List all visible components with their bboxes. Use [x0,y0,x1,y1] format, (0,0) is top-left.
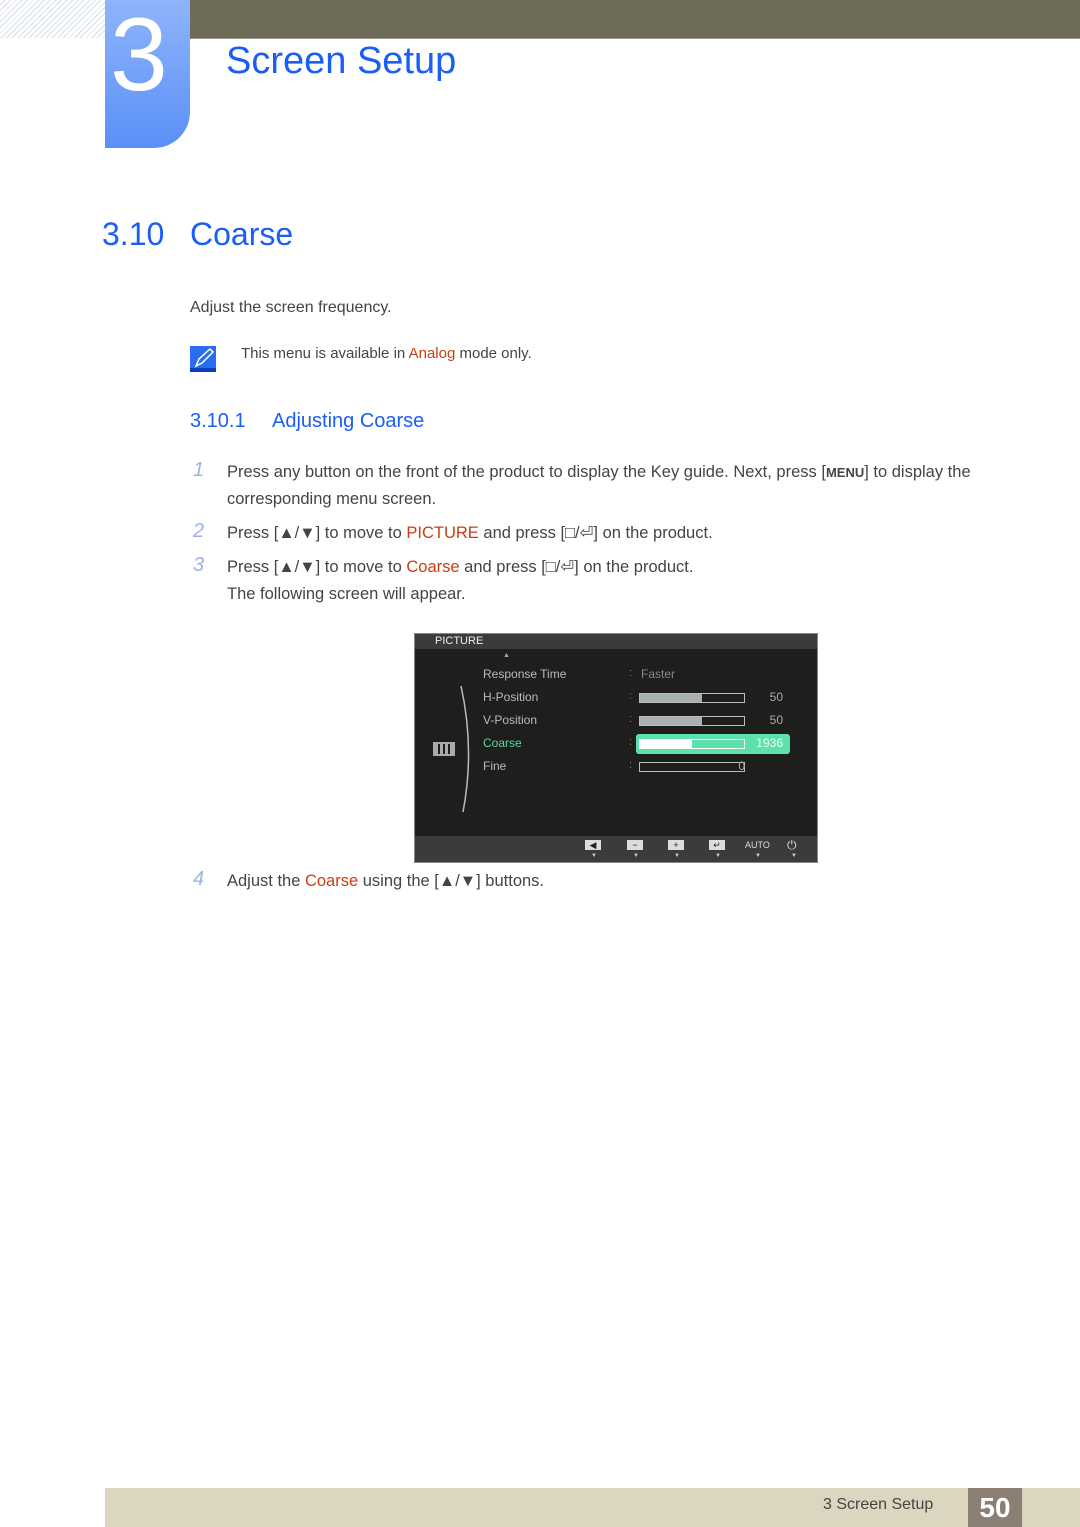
section-number: 3.10 [102,216,165,252]
subsection-number: 3.10.1 [190,410,246,432]
osd-row-active[interactable]: Coarse:1936 [483,736,803,750]
menu-arc [460,685,470,813]
progress-bar [639,716,745,726]
minus-button[interactable]: − [627,840,643,850]
subsection-title: Adjusting Coarse [272,410,425,432]
page-number: 50 [968,1488,1022,1527]
step-text: Press any button on the front of the pro… [227,463,971,508]
osd-row[interactable]: H-Position:50 [483,690,803,704]
note-pencil-icon [190,346,216,372]
step-text: Adjust the Coarse using the [▲/▼] button… [227,872,545,890]
chapter-badge: 3 [105,0,190,148]
picture-menu-icon [433,742,455,756]
top-bar [190,0,1080,39]
chapter-title: Screen Setup [226,40,457,82]
footer-bar [105,1488,1080,1527]
chapter-number: 3 [110,0,168,113]
back-button[interactable]: ◀ [585,840,601,850]
osd-screen: PICTURE ▲ Response Time: Faster H-Positio… [414,633,818,863]
progress-bar [639,739,745,749]
note-text: This menu is available in Analog mode on… [241,345,532,362]
step-text: Press [▲/▼] to move to Coarse and press … [227,558,694,603]
osd-title: PICTURE [415,634,817,649]
osd-row[interactable]: Fine:0 [483,759,803,773]
step-number: 2 [193,520,205,542]
section-title: Coarse [190,216,294,252]
osd-row[interactable]: Response Time: Faster [483,667,803,681]
decorative-hatch [0,0,105,38]
footer-chapter-label: 3 Screen Setup [823,1496,934,1513]
step-number: 1 [193,459,205,481]
step-number: 3 [193,554,205,576]
progress-bar [639,693,745,703]
auto-button[interactable]: AUTO [745,840,770,850]
step-number: 4 [193,868,205,890]
scroll-up-icon: ▲ [503,652,510,659]
section-intro: Adjust the screen frequency. [190,299,392,316]
plus-button[interactable]: + [668,840,684,850]
step-text: Press [▲/▼] to move to PICTURE and press… [227,524,713,542]
enter-button[interactable]: ↵ [709,840,725,850]
power-icon[interactable]: ⏻ [787,838,797,853]
osd-row[interactable]: V-Position:50 [483,713,803,727]
osd-key-guide: ◀ ▼ − ▼ + ▼ ↵ ▼ AUTO ▼ ⏻ ▼ [415,836,817,862]
